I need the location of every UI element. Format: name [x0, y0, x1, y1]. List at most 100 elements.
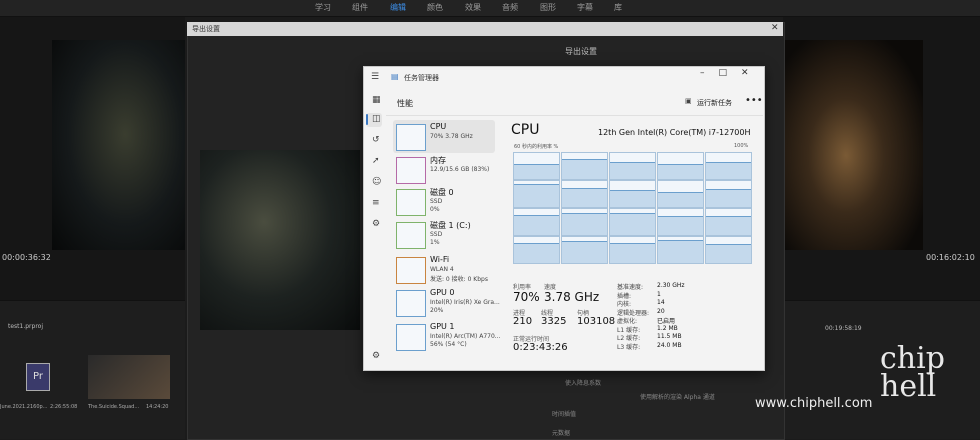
core-usage-fill [610, 242, 655, 263]
core-graph [705, 208, 752, 236]
processes-icon[interactable]: ▦ [372, 95, 381, 105]
device-l2: 56% (54 °C) [430, 341, 467, 348]
core-graph [513, 180, 560, 208]
core-graph [561, 208, 608, 236]
mini-graph [396, 124, 426, 151]
menu-item[interactable]: 颜色 [427, 2, 443, 13]
device-name: GPU 1 [430, 322, 455, 331]
core-usage-fill [658, 215, 703, 235]
cpu-heading: CPU [511, 122, 540, 138]
clip-duration: 2:26:55:08 [50, 404, 78, 410]
device-item[interactable]: 内存 12.9/15.6 GB (83%) [393, 153, 495, 186]
export-preview-frame [200, 150, 360, 330]
device-l1: SSD [430, 231, 443, 238]
header-divider [386, 115, 763, 116]
clip-thumbnail[interactable] [88, 355, 170, 399]
device-item[interactable]: Wi-Fi WLAN 4 发送: 0 接收: 0 Kbps [393, 253, 495, 286]
settings-gear-icon[interactable]: ⚙ [372, 351, 380, 361]
spec-value: 1.2 MB [657, 324, 678, 332]
run-new-task-button[interactable]: 运行新任务 [697, 98, 732, 108]
core-graph [609, 236, 656, 264]
source-timecode: 00:00:36:32 [2, 253, 51, 262]
core-usage-fill [562, 241, 607, 263]
mini-graph [396, 257, 426, 284]
run-new-task-icon[interactable]: ▣ [685, 97, 692, 105]
menu-item[interactable]: 音频 [502, 2, 518, 13]
menu-item[interactable]: 学习 [315, 2, 331, 13]
mini-graph [396, 222, 426, 249]
device-item[interactable]: GPU 0 Intel(R) Iris(R) Xe Gra... 20% [393, 286, 500, 319]
clip-name: The.Suicide.Squad... [88, 404, 140, 410]
device-l2: 1% [430, 239, 440, 246]
core-graph [609, 208, 656, 236]
device-item[interactable]: 磁盘 0 SSD 0% [393, 185, 495, 218]
menu-item[interactable]: 字幕 [577, 2, 593, 13]
core-graph [561, 152, 608, 180]
startup-apps-icon[interactable]: ➚ [372, 156, 380, 166]
device-item[interactable]: 磁盘 1 (C:) SSD 1% [393, 218, 495, 251]
hamburger-menu-icon[interactable]: ☰ [371, 72, 379, 82]
premiere-file-icon[interactable]: Pr [26, 363, 50, 391]
stat-value: 210 [513, 316, 533, 327]
device-item[interactable]: CPU 70% 3.78 GHz [393, 120, 495, 153]
close-icon[interactable]: ✕ [771, 23, 779, 33]
premiere-menu-bar [0, 0, 980, 17]
core-graph [561, 180, 608, 208]
export-dialog-titlebar [187, 22, 783, 36]
core-graph [513, 152, 560, 180]
device-name: Wi-Fi [430, 255, 450, 264]
core-usage-fill [706, 189, 751, 207]
core-usage-fill [658, 163, 703, 179]
core-usage-fill [514, 214, 559, 235]
mini-graph [396, 290, 426, 317]
export-option[interactable]: 使用解析的渲染 Alpha 通道 [640, 392, 715, 401]
export-dialog-title: 导出设置 [192, 25, 220, 33]
spec-value: 2.30 GHz [657, 282, 685, 289]
mini-graph [396, 324, 426, 351]
menu-item[interactable]: 组件 [352, 2, 368, 13]
menu-item[interactable]: 效果 [465, 2, 481, 13]
export-option[interactable]: 时间插值 [552, 409, 576, 418]
users-icon[interactable]: ☺ [372, 177, 381, 187]
stat-value: 103108 [577, 316, 616, 327]
menu-item[interactable]: 图形 [540, 2, 556, 13]
core-graph [657, 236, 704, 264]
stat-value: 3.78 GHz [544, 290, 600, 304]
graph-caption: 60 秒内的利用率 % [514, 144, 559, 150]
device-name: 磁盘 1 (C:) [430, 221, 471, 230]
core-graph [705, 152, 752, 180]
core-usage-fill [562, 187, 607, 207]
stat-value: 3325 [541, 316, 567, 327]
window-controls[interactable]: –□✕ [700, 68, 763, 78]
device-name: CPU [430, 122, 447, 131]
core-usage-fill [706, 162, 751, 179]
program-timecode: 00:16:02:10 [926, 253, 975, 262]
section-title: 性能 [397, 99, 413, 108]
core-graph [513, 208, 560, 236]
core-graph [705, 236, 752, 264]
core-usage-fill [610, 190, 655, 207]
timeline-timecode: 00:19:58:19 [825, 325, 862, 332]
services-icon[interactable]: ⚙ [372, 219, 380, 229]
graph-max-label: 100% [734, 143, 749, 149]
export-option[interactable]: 使入降息系数 [565, 378, 601, 387]
device-item[interactable]: GPU 1 Intel(R) Arc(TM) A770... 56% (54 °C) [393, 320, 501, 353]
core-graph [657, 152, 704, 180]
menu-item[interactable]: 库 [614, 2, 622, 13]
export-option[interactable]: 元数据 [552, 428, 570, 437]
more-options-button[interactable]: ••• [745, 95, 763, 106]
device-l1: SSD [430, 198, 443, 205]
device-l2: 发送: 0 接收: 0 Kbps [430, 276, 488, 283]
core-graph [705, 180, 752, 208]
core-usage-fill [562, 158, 607, 179]
app-history-icon[interactable]: ↺ [372, 135, 380, 145]
core-usage-fill [658, 239, 703, 263]
menu-item[interactable]: 编辑 [390, 2, 406, 13]
core-usage-fill [706, 243, 751, 263]
task-manager-app-icon: ▤ [391, 72, 399, 81]
device-name: 内存 [430, 156, 446, 165]
active-indicator [366, 114, 368, 125]
source-video-frame [52, 40, 185, 250]
device-l1: WLAN 4 [430, 266, 454, 273]
details-icon[interactable]: ≡ [372, 198, 380, 208]
